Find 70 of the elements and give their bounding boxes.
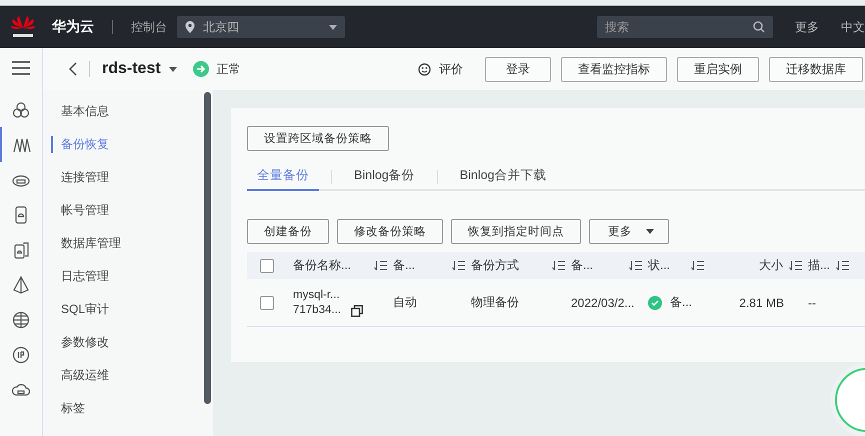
cross-region-button[interactable]: 设置跨区域备份策略 [247,126,389,151]
sidebar-item[interactable]: SQL审计 [51,293,204,326]
sort-icon[interactable] [836,260,849,271]
row-checkbox[interactable] [260,296,274,310]
action-button[interactable]: 恢复到指定时间点 [451,219,581,244]
sort-icon[interactable] [789,260,802,271]
header-button[interactable]: 重启实例 [677,56,759,82]
table-cell: 备... [670,294,692,311]
caret-icon[interactable] [168,66,177,72]
service-icon [12,346,30,364]
table-cell: mysql-r... [293,289,341,301]
search-icon [753,21,765,33]
column-header[interactable]: 备份名称... [293,257,368,274]
header-button[interactable]: 迁移数据库 [769,56,863,82]
column-header[interactable]: 备份方式 [471,257,546,274]
top-link[interactable]: 更多 [795,18,819,36]
copy-icon[interactable] [350,304,363,316]
service-icon [12,240,30,258]
sidebar-item[interactable]: 数据库管理 [51,227,204,260]
column-header[interactable]: 描... [808,257,830,274]
header-button[interactable]: 登录 [485,56,551,82]
region-dropdown[interactable]: 北京四 [177,16,345,38]
action-button[interactable]: 修改备份策略 [337,219,443,244]
table-cell: 717b34... [293,304,341,316]
service-icon [12,310,30,328]
instance-name[interactable]: rds-test [102,60,161,78]
action-button[interactable]: 创建备份 [247,219,329,244]
caret-icon [646,229,654,234]
search-field[interactable]: 搜索 [597,16,773,38]
table-cell: 物理备份 [471,294,519,311]
sidebar-item[interactable]: 标签 [51,392,204,425]
table-cell: -- [808,296,816,310]
sort-icon[interactable] [691,260,704,271]
table-cell: 2.81 MB [739,296,784,310]
tab[interactable]: Binlog备份 [344,165,425,189]
sort-icon[interactable] [374,260,387,271]
sort-icon[interactable] [629,260,642,271]
sidebar-item[interactable]: 帐号管理 [51,194,204,227]
select-all-checkbox[interactable] [260,258,274,272]
column-header[interactable]: 备... [393,257,446,274]
sort-icon[interactable] [452,260,465,271]
console-link[interactable]: 控制台 [131,18,167,36]
sidebar-item[interactable]: 高级运维 [51,359,204,392]
table-cell: 自动 [393,294,417,311]
service-icon [12,276,30,294]
smiley-icon[interactable] [418,62,431,76]
brand-name[interactable]: 华为云 [52,18,94,36]
menu-icon[interactable] [12,61,30,75]
tab[interactable]: 全量备份 [247,165,319,191]
more-button[interactable]: 更多 [589,219,669,244]
sidebar-item[interactable]: 连接管理 [51,161,204,194]
location-pin-icon [185,21,195,33]
caret-icon [329,24,337,30]
sort-icon[interactable] [552,260,565,271]
column-header[interactable]: 备... [571,257,623,274]
rate-link[interactable]: 评价 [439,60,463,78]
instance-status: 正常 [216,60,241,78]
service-icon [12,100,30,118]
column-header[interactable]: 大小 [759,257,783,274]
back-icon[interactable] [69,62,77,76]
top-link[interactable]: 中文 [841,18,865,36]
sidebar-item[interactable]: 日志管理 [51,260,204,293]
logo-icon [8,14,38,40]
scrollbar[interactable] [204,92,211,404]
tab[interactable]: Binlog合并下载 [450,165,556,189]
header-button[interactable]: 查看监控指标 [561,56,667,82]
sidebar-item[interactable]: 参数修改 [51,326,204,359]
sidebar-item[interactable]: 基本信息 [51,95,204,128]
table-cell: 2022/03/2... [571,296,634,310]
column-header[interactable]: 状... [648,257,685,274]
